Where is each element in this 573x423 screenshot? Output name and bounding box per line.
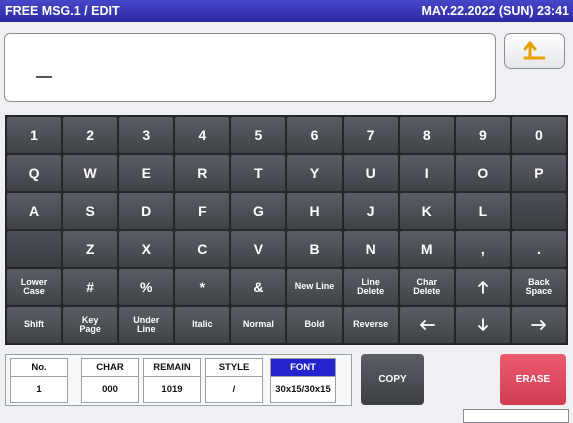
key-comma[interactable]: , [455,231,510,267]
style-header: STYLE [206,359,262,377]
erase-button[interactable]: ERASE [500,354,566,405]
key-reverse[interactable]: Reverse [343,307,398,343]
remain-value: 1019 [161,384,183,395]
key-italic[interactable]: Italic [175,307,230,343]
key-v[interactable]: V [231,231,286,267]
key-p[interactable]: P [511,155,566,191]
key-h[interactable]: H [287,193,342,229]
key-o[interactable]: O [455,155,510,191]
key-arrow-down[interactable] [455,307,510,343]
no-column: No. 1 [10,358,68,403]
key-under-line[interactable]: Under Line [119,307,174,343]
screen-title: FREE MSG.1 / EDIT [5,4,120,18]
key-percent[interactable]: % [119,269,174,305]
key-k[interactable]: K [399,193,454,229]
remain-column: REMAIN 1019 [143,358,201,403]
key-q[interactable]: Q [7,155,62,191]
key-l[interactable]: L [455,193,510,229]
key-5[interactable]: 5 [231,117,286,153]
key-normal[interactable]: Normal [231,307,286,343]
key-char-delete[interactable]: Char Delete [399,269,454,305]
font-value: 30x15/30x15 [275,384,331,395]
key-4[interactable]: 4 [175,117,230,153]
key-x[interactable]: X [119,231,174,267]
key-2[interactable]: 2 [63,117,118,153]
remain-header: REMAIN [144,359,200,377]
status-panel: No. 1 CHAR 000 REMAIN 1019 STYLE / FONT … [5,354,352,406]
no-header: No. [11,359,67,377]
key-u[interactable]: U [343,155,398,191]
key-y[interactable]: Y [287,155,342,191]
key-key-page[interactable]: Key Page [63,307,118,343]
key-9[interactable]: 9 [455,117,510,153]
status-box [463,409,569,423]
key-d[interactable]: D [119,193,174,229]
char-header: CHAR [82,359,138,377]
key-0[interactable]: 0 [511,117,566,153]
key-arrow-up[interactable] [455,269,510,305]
key-z[interactable]: Z [63,231,118,267]
date-time: MAY.22.2022 (SUN) 23:41 [421,4,569,18]
key-e[interactable]: E [119,155,174,191]
style-value: / [232,384,236,395]
key-c[interactable]: C [175,231,230,267]
no-value: 1 [36,384,42,395]
key-arrow-right[interactable] [511,307,566,343]
key-ampersand[interactable]: & [231,269,286,305]
back-button[interactable] [504,33,565,69]
style-column: STYLE / [205,358,263,403]
key-hash[interactable]: # [63,269,118,305]
key-7[interactable]: 7 [343,117,398,153]
key-g[interactable]: G [231,193,286,229]
font-column[interactable]: FONT 30x15/30x15 [270,358,336,403]
arrow-left-icon [419,320,435,330]
key-blank[interactable] [7,231,62,267]
key-r[interactable]: R [175,155,230,191]
key-6[interactable]: 6 [287,117,342,153]
text-cursor [36,76,52,78]
key-i[interactable]: I [399,155,454,191]
font-header: FONT [271,359,335,377]
key-period[interactable]: . [511,231,566,267]
key-s[interactable]: S [63,193,118,229]
key-j[interactable]: J [343,193,398,229]
return-arrow-icon [523,41,546,60]
key-n[interactable]: N [343,231,398,267]
key-w[interactable]: W [63,155,118,191]
key-b[interactable]: B [287,231,342,267]
key-8[interactable]: 8 [399,117,454,153]
key-arrow-left[interactable] [399,307,454,343]
key-blank[interactable] [511,193,566,229]
key-lower-case[interactable]: Lower Case [7,269,62,305]
key-m[interactable]: M [399,231,454,267]
message-text-field[interactable] [4,33,496,102]
key-t[interactable]: T [231,155,286,191]
key-new-line[interactable]: New Line [287,269,342,305]
char-column: CHAR 000 [81,358,139,403]
title-bar: FREE MSG.1 / EDIT MAY.22.2022 (SUN) 23:4… [0,0,573,22]
char-value: 000 [102,384,118,395]
arrow-up-icon [477,280,489,294]
key-1[interactable]: 1 [7,117,62,153]
on-screen-keyboard: 1 2 3 4 5 6 7 8 9 0 Q W E R T Y U I O P A S D F G H J K L Z X C V B N M,. Lo… [5,115,568,345]
key-line-delete[interactable]: Line Delete [343,269,398,305]
arrow-down-icon [477,318,489,332]
key-a[interactable]: A [7,193,62,229]
key-bold[interactable]: Bold [287,307,342,343]
key-3[interactable]: 3 [119,117,174,153]
copy-button[interactable]: COPY [361,354,424,405]
key-f[interactable]: F [175,193,230,229]
key-back-space[interactable]: Back Space [511,269,566,305]
arrow-right-icon [531,320,547,330]
key-asterisk[interactable]: * [175,269,230,305]
key-shift[interactable]: Shift [7,307,62,343]
